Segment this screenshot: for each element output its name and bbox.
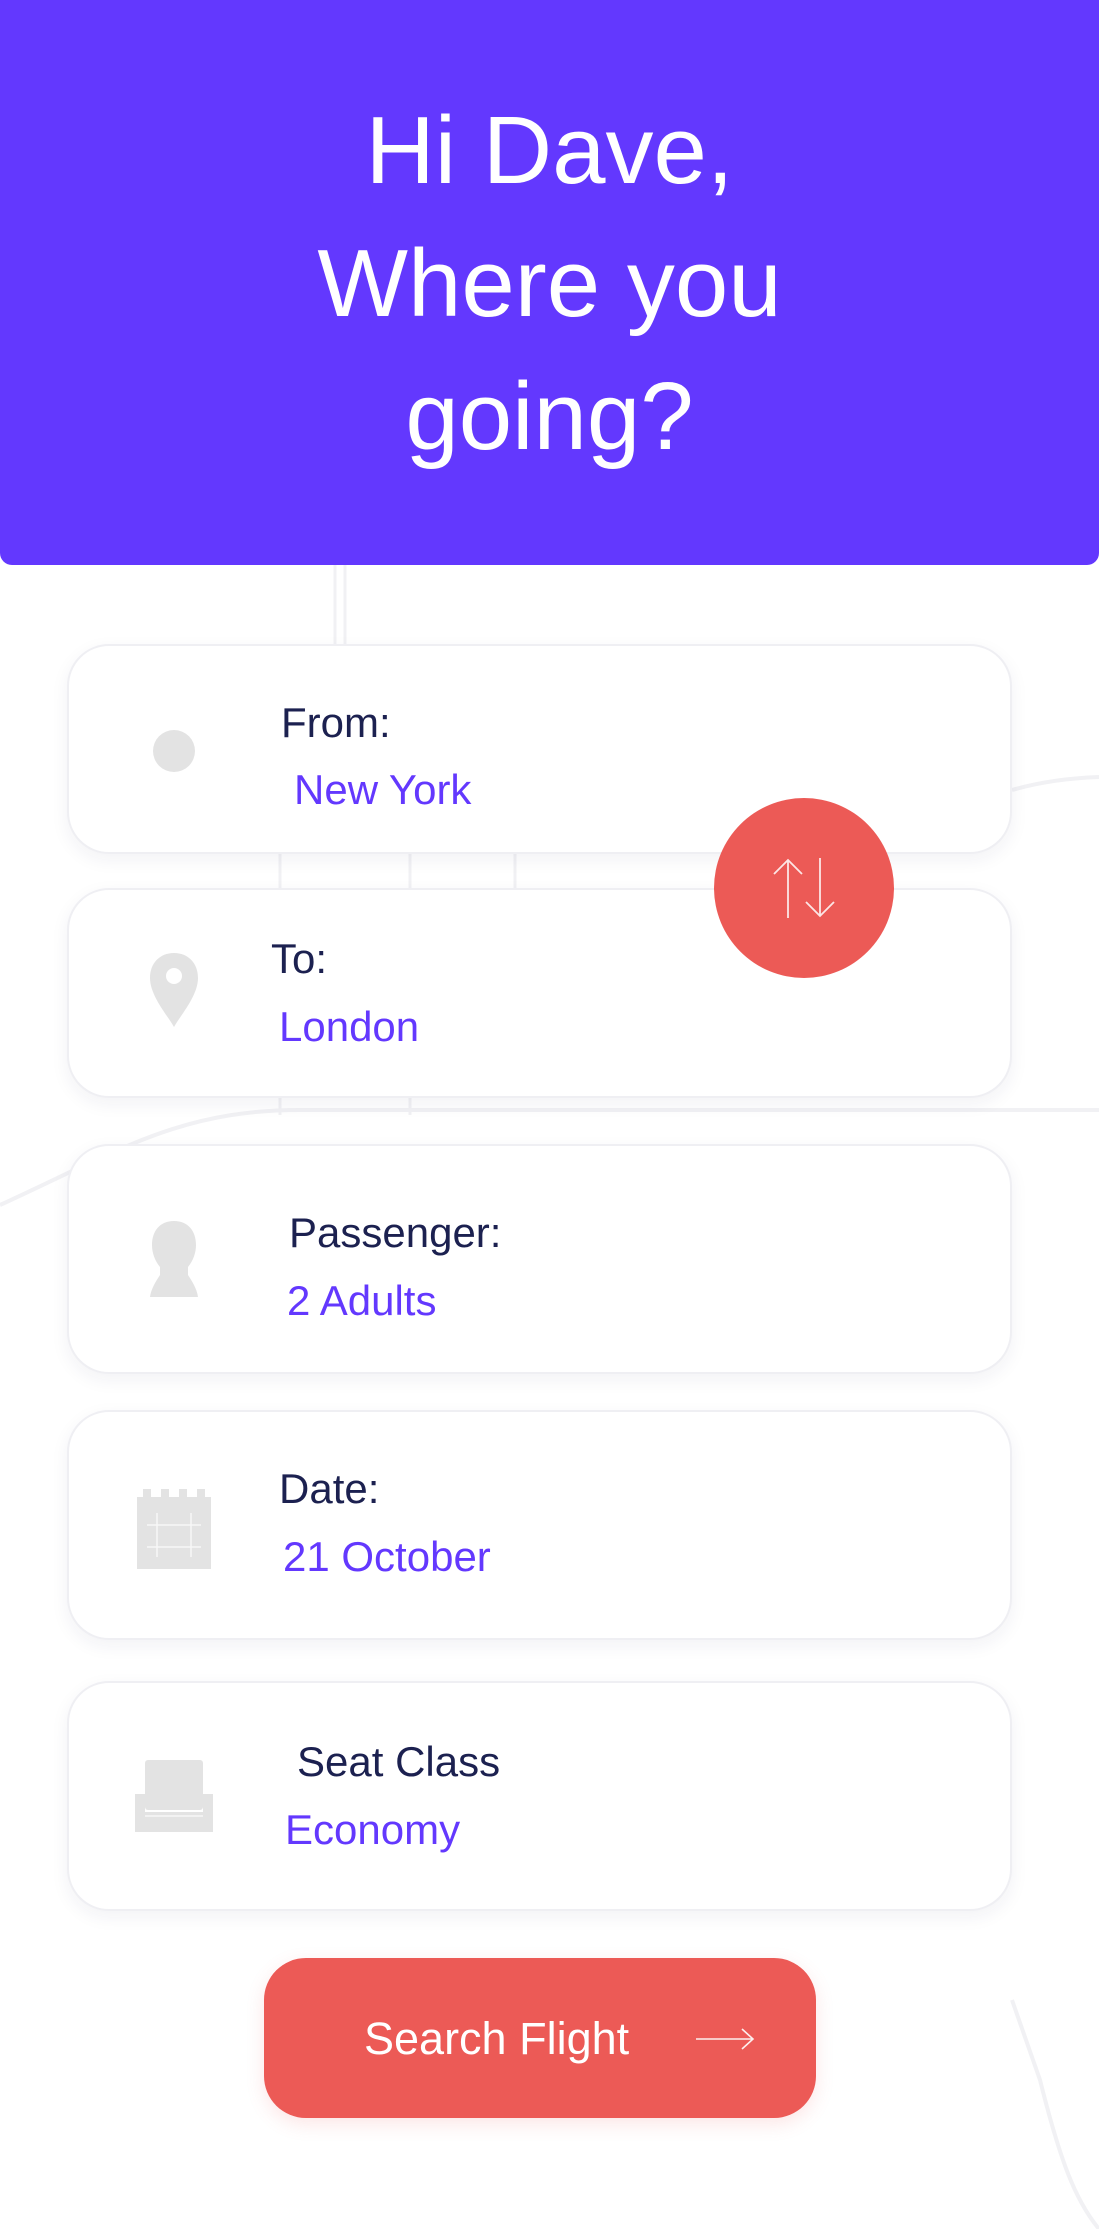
search-flight-label: Search Flight <box>364 2013 630 2064</box>
greeting-header: Hi Dave, Where you going? <box>0 0 1099 565</box>
date-value: 21 October <box>283 1533 491 1580</box>
to-value: London <box>279 1003 420 1050</box>
seat-icon <box>129 1751 219 1841</box>
to-label: To: <box>271 935 328 982</box>
origin-dot-icon <box>129 706 219 796</box>
swap-button[interactable] <box>714 798 894 978</box>
greeting-text: Hi Dave, Where you going? <box>317 97 782 470</box>
passenger-field[interactable]: Passenger: 2 Adults <box>67 1144 1012 1374</box>
map-pin-icon <box>129 945 219 1035</box>
seat-class-field[interactable]: Seat Class Economy <box>67 1681 1012 1911</box>
from-field[interactable]: From: New York <box>67 644 1012 854</box>
passenger-value: 2 Adults <box>287 1277 437 1324</box>
calendar-icon <box>129 1484 219 1574</box>
person-icon <box>129 1214 219 1304</box>
swap-arrows-icon <box>773 858 835 918</box>
seat-class-value: Economy <box>285 1806 461 1853</box>
passenger-label: Passenger: <box>289 1209 502 1256</box>
from-label: From: <box>281 699 391 746</box>
search-flight-button[interactable]: Search Flight <box>264 1958 816 2118</box>
from-value: New York <box>294 766 472 813</box>
date-field[interactable]: Date: 21 October <box>67 1410 1012 1640</box>
date-label: Date: <box>279 1465 380 1512</box>
arrow-right-icon <box>696 2028 755 2050</box>
seat-class-label: Seat Class <box>297 1738 501 1785</box>
